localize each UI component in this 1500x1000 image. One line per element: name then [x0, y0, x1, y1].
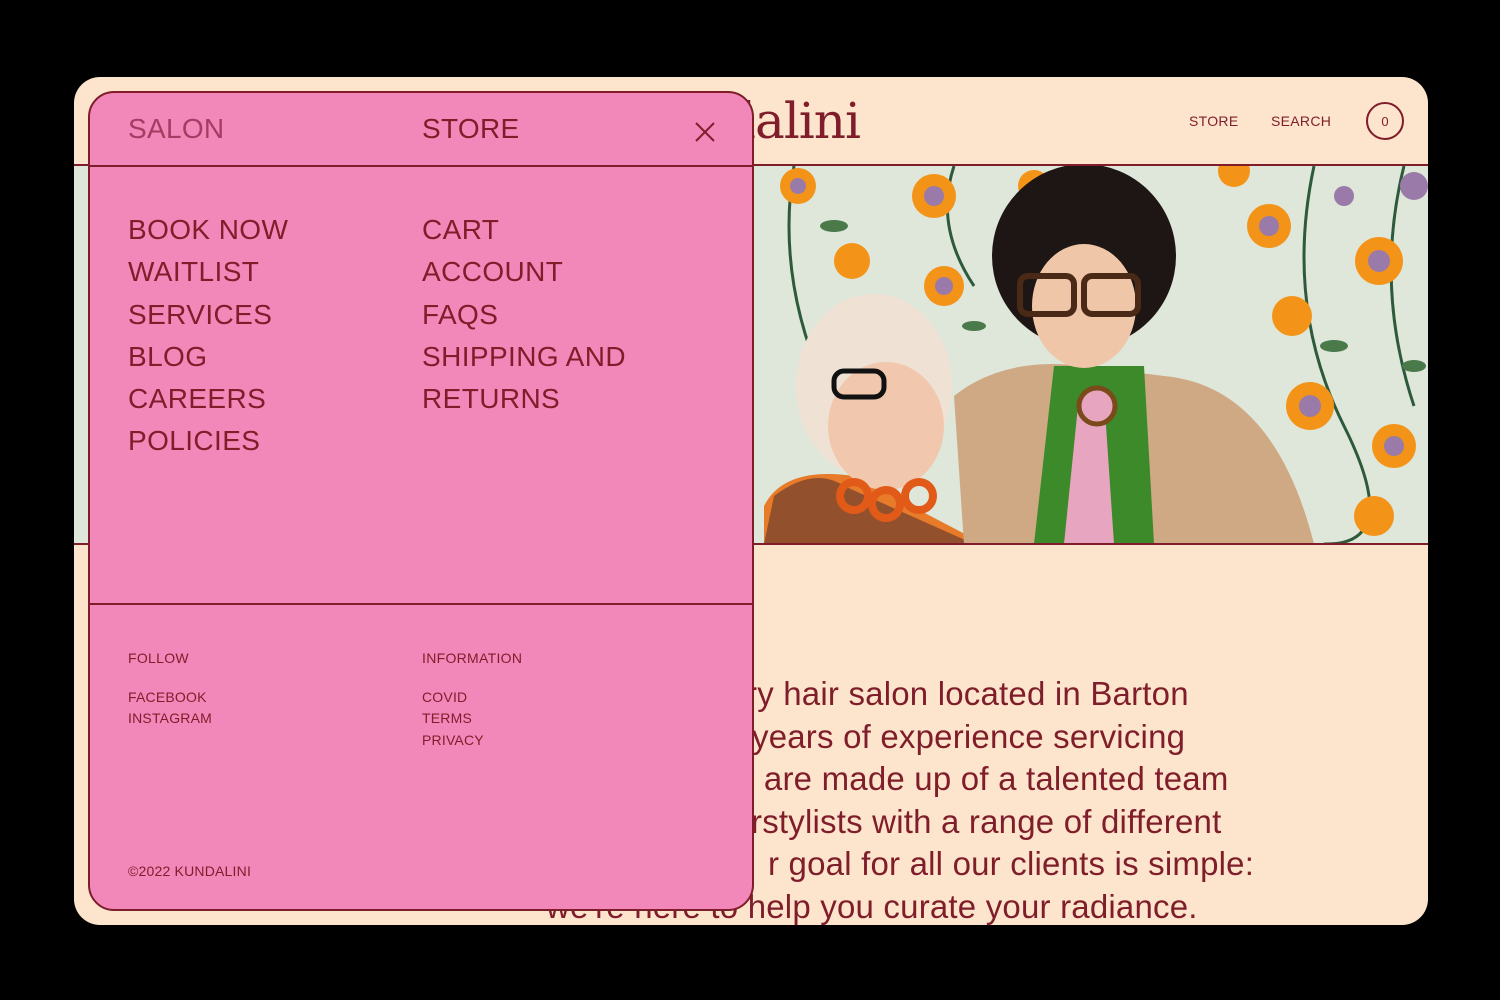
- menu-link-waitlist[interactable]: WAITLIST: [128, 251, 288, 293]
- nav-menu-overlay: SALON STORE BOOK NOW WAITLIST SERVICES B…: [88, 91, 754, 911]
- menu-link-policies[interactable]: POLICIES: [128, 420, 288, 462]
- menu-link-blog[interactable]: BLOG: [128, 336, 288, 378]
- menu-footer-divider: [90, 603, 752, 605]
- tab-store[interactable]: STORE: [422, 113, 519, 145]
- follow-links: FACEBOOK INSTAGRAM: [128, 687, 212, 730]
- information-links: COVID TERMS PRIVACY: [422, 687, 484, 751]
- menu-link-book-now[interactable]: BOOK NOW: [128, 209, 288, 251]
- footer-link-covid[interactable]: COVID: [422, 687, 484, 708]
- footer-link-instagram[interactable]: INSTAGRAM: [128, 708, 212, 729]
- follow-heading: FOLLOW: [128, 650, 189, 666]
- nav-store[interactable]: STORE: [1189, 113, 1238, 129]
- menu-header-divider: [90, 165, 752, 167]
- cart-count-button[interactable]: 0: [1366, 102, 1404, 140]
- menu-link-account[interactable]: ACCOUNT: [422, 251, 626, 293]
- menu-link-shipping-and-returns-cont[interactable]: RETURNS: [422, 378, 626, 420]
- store-links: CART ACCOUNT FAQS SHIPPING AND RETURNS: [422, 209, 626, 420]
- menu-link-faqs[interactable]: FAQS: [422, 294, 626, 336]
- salon-links: BOOK NOW WAITLIST SERVICES BLOG CAREERS …: [128, 209, 288, 463]
- menu-link-services[interactable]: SERVICES: [128, 294, 288, 336]
- cart-count: 0: [1381, 113, 1389, 129]
- footer-link-privacy[interactable]: PRIVACY: [422, 730, 484, 751]
- menu-link-shipping-and-returns[interactable]: SHIPPING AND: [422, 336, 626, 378]
- close-icon[interactable]: [694, 121, 716, 143]
- menu-link-cart[interactable]: CART: [422, 209, 626, 251]
- copyright: ©2022 KUNDALINI: [128, 863, 252, 879]
- tab-salon[interactable]: SALON: [128, 113, 224, 145]
- footer-link-terms[interactable]: TERMS: [422, 708, 484, 729]
- nav-search[interactable]: SEARCH: [1271, 113, 1331, 129]
- information-heading: INFORMATION: [422, 650, 523, 666]
- menu-link-careers[interactable]: CAREERS: [128, 378, 288, 420]
- footer-link-facebook[interactable]: FACEBOOK: [128, 687, 212, 708]
